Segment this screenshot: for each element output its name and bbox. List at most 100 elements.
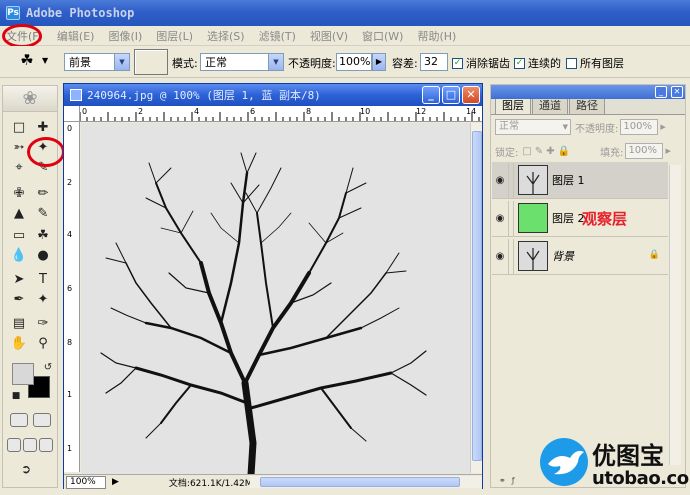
- antialias-checkbox[interactable]: ✓ 消除锯齿: [452, 55, 510, 71]
- quick-mask-button[interactable]: [33, 413, 51, 427]
- menu-layer[interactable]: 图层(L): [156, 28, 193, 44]
- mode-value: 正常: [205, 56, 227, 69]
- pen-tool-icon[interactable]: ✒: [8, 290, 30, 310]
- default-colors-icon[interactable]: ■: [5, 386, 27, 406]
- ruler-label: 6: [250, 107, 256, 116]
- horizontal-scrollbar[interactable]: [250, 476, 482, 488]
- ruler-label: 4: [194, 107, 200, 116]
- layer-name[interactable]: 图层 2: [552, 210, 585, 226]
- layer-name[interactable]: 背景: [552, 248, 574, 264]
- paint-bucket-tool-icon[interactable]: ☘: [32, 226, 54, 246]
- palette-close-button[interactable]: ✕: [671, 86, 683, 98]
- lock-row: 锁定: □ ✎ ✚ 🔒 填充: 100% ▶: [495, 143, 671, 159]
- crop-tool-icon[interactable]: ⌖: [8, 158, 30, 178]
- pattern-picker[interactable]: [134, 49, 168, 75]
- path-selection-icon[interactable]: ➤: [8, 270, 30, 290]
- lock-position-icon[interactable]: ✚: [546, 146, 554, 157]
- layer-opacity-input[interactable]: 100%: [620, 119, 659, 135]
- mode-select[interactable]: 正常 ▼: [200, 53, 284, 71]
- layer-name[interactable]: 图层 1: [552, 172, 585, 188]
- close-button[interactable]: ✕: [462, 86, 480, 104]
- paint-bucket-icon[interactable]: ☘: [16, 51, 38, 71]
- palette-title-bar: _ ✕: [491, 85, 685, 99]
- screen-mode-full-menu-button[interactable]: [23, 438, 37, 452]
- type-tool-icon[interactable]: T: [32, 270, 54, 290]
- blur-tool-icon[interactable]: 💧: [8, 246, 30, 266]
- ruler-origin[interactable]: [64, 106, 80, 122]
- lock-image-icon[interactable]: ✎: [535, 146, 543, 157]
- tolerance-input[interactable]: 32: [420, 53, 448, 71]
- layer-style-icon[interactable]: ƒ: [512, 476, 515, 485]
- marquee-tool-icon[interactable]: □: [8, 118, 30, 138]
- lock-transparency-icon[interactable]: □: [522, 146, 531, 157]
- eye-icon[interactable]: ◉: [492, 213, 508, 224]
- lock-all-icon[interactable]: 🔒: [558, 146, 570, 157]
- menu-filter[interactable]: 滤镜(T): [259, 28, 296, 44]
- screen-mode-standard-button[interactable]: [7, 438, 21, 452]
- menu-edit[interactable]: 编辑(E): [57, 28, 95, 44]
- jump-to-imageready-icon[interactable]: ➲: [15, 459, 37, 479]
- image-canvas[interactable]: [81, 123, 470, 475]
- foreground-color-swatch[interactable]: [12, 363, 34, 385]
- fill-label: 填充:: [600, 147, 624, 159]
- link-layers-icon[interactable]: ⚭: [499, 476, 506, 485]
- opacity-slider-arrow-icon[interactable]: ▶: [372, 53, 386, 71]
- swap-colors-icon[interactable]: ↺: [37, 358, 59, 378]
- lock-icon: 🔒: [648, 250, 660, 260]
- eye-icon[interactable]: ◉: [492, 251, 508, 262]
- blend-mode-select[interactable]: 正常 ▼: [495, 119, 571, 135]
- ruler-label: 2: [138, 107, 144, 116]
- eraser-tool-icon[interactable]: ▭: [8, 226, 30, 246]
- minimize-button[interactable]: _: [422, 86, 440, 104]
- contiguous-checkbox[interactable]: ✓ 连续的: [514, 55, 561, 71]
- standard-mode-button[interactable]: [10, 413, 28, 427]
- menu-select[interactable]: 选择(S): [207, 28, 245, 44]
- dodge-tool-icon[interactable]: ●: [32, 246, 54, 266]
- move-tool-icon[interactable]: ✚: [32, 118, 54, 138]
- shape-tool-icon[interactable]: ✦: [32, 290, 54, 310]
- menu-window[interactable]: 窗口(W): [362, 28, 403, 44]
- all-layers-checkbox[interactable]: 所有图层: [566, 55, 624, 71]
- clone-stamp-icon[interactable]: ▲: [8, 204, 30, 224]
- palette-minimize-button[interactable]: _: [655, 86, 667, 98]
- fill-arrow-icon[interactable]: ▶: [665, 147, 670, 155]
- layer-link-cell[interactable]: [508, 200, 514, 236]
- eye-icon[interactable]: ◉: [492, 175, 508, 186]
- screen-mode-full-button[interactable]: [39, 438, 53, 452]
- layer-row-1[interactable]: ◉ 图层 1: [492, 162, 668, 199]
- fill-source-select[interactable]: 前景 ▼: [64, 53, 130, 71]
- layers-scrollbar[interactable]: [669, 165, 681, 465]
- horizontal-ruler[interactable]: 0 2 4 6 8 10 12 14: [80, 106, 482, 122]
- opacity-input[interactable]: 100%: [336, 53, 372, 71]
- ruler-label: 1: [67, 444, 73, 453]
- notes-tool-icon[interactable]: ▤: [8, 314, 30, 334]
- antialias-label: 消除锯齿: [466, 57, 510, 70]
- status-menu-icon[interactable]: ▶: [112, 477, 119, 487]
- highlight-circle-file-menu: [2, 24, 42, 48]
- scroll-thumb[interactable]: [472, 131, 482, 461]
- healing-brush-icon[interactable]: ✙: [8, 184, 30, 204]
- layer-link-cell[interactable]: [508, 238, 514, 274]
- observe-layer-annotation: 观察层: [582, 210, 628, 228]
- layer-link-cell[interactable]: [508, 162, 514, 198]
- scroll-thumb[interactable]: [260, 477, 460, 487]
- menu-image[interactable]: 图像(I): [108, 28, 142, 44]
- maximize-button[interactable]: □: [442, 86, 460, 104]
- eyedropper-icon[interactable]: ✑: [32, 314, 54, 334]
- menu-view[interactable]: 视图(V): [310, 28, 348, 44]
- lock-label: 锁定:: [495, 147, 519, 159]
- vertical-ruler[interactable]: 0 2 4 6 8 1 1: [64, 122, 80, 472]
- brush-tool-icon[interactable]: ✏: [32, 184, 54, 204]
- zoom-level-field[interactable]: 100%: [66, 475, 106, 489]
- history-brush-icon[interactable]: ✎: [32, 204, 54, 224]
- opacity-arrow-icon[interactable]: ▶: [660, 123, 665, 131]
- menu-help[interactable]: 帮助(H): [417, 28, 456, 44]
- vertical-scrollbar[interactable]: [470, 123, 482, 473]
- hand-tool-icon[interactable]: ✋: [8, 334, 30, 354]
- zoom-tool-icon[interactable]: ⚲: [32, 334, 54, 354]
- photoshop-app-icon: Ps: [6, 6, 20, 20]
- layer-row-2[interactable]: ◉ 图层 2 观察层: [492, 200, 668, 237]
- fill-input[interactable]: 100%: [625, 143, 664, 159]
- tool-preset-arrow-icon[interactable]: ▼: [42, 56, 48, 65]
- layer-row-background[interactable]: ◉ 背景 🔒: [492, 238, 668, 275]
